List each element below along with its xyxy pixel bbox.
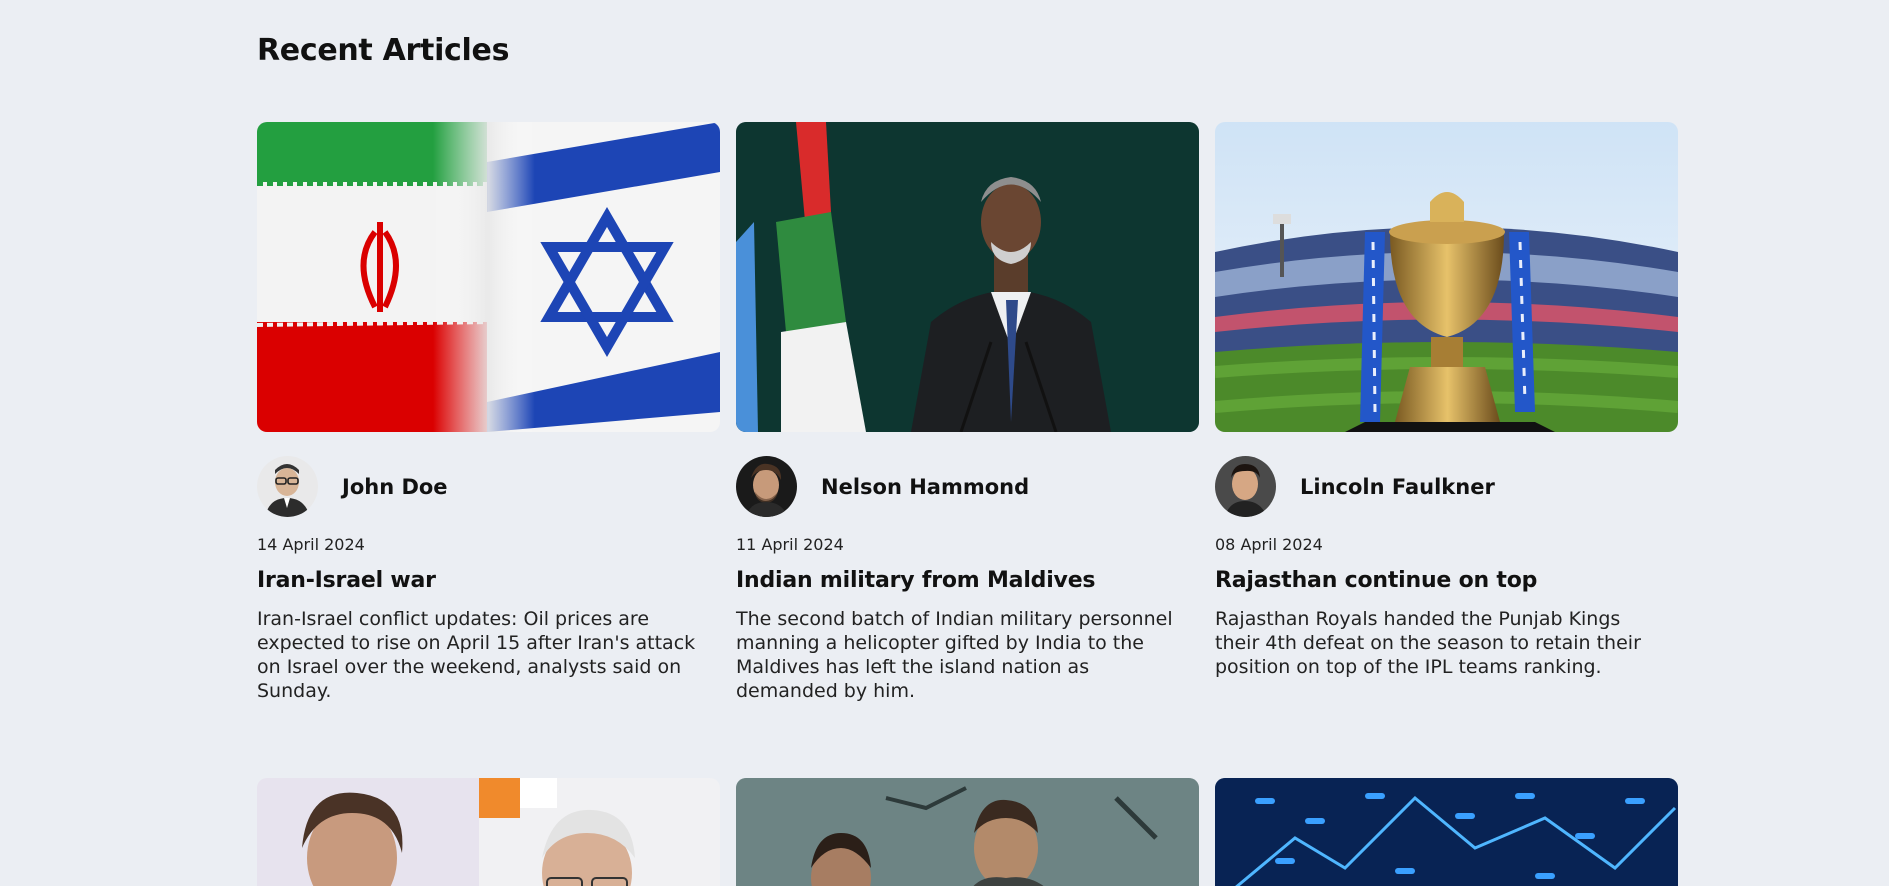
author-name[interactable]: John Doe (342, 475, 448, 499)
author-avatar[interactable] (257, 456, 318, 517)
article-date: 08 April 2024 (1215, 535, 1323, 554)
article-card[interactable]: John Doe 14 April 2024 Iran-Israel war I… (257, 122, 720, 703)
section-title: Recent Articles (257, 33, 510, 68)
article-title[interactable]: Rajasthan continue on top (1215, 568, 1678, 593)
article-image-iran-israel-flags[interactable] (257, 122, 720, 432)
article-card[interactable]: Nelson Hammond 11 April 2024 Indian mili… (736, 122, 1199, 703)
article-title[interactable]: Indian military from Maldives (736, 568, 1199, 593)
article-excerpt: The second batch of Indian military pers… (736, 608, 1173, 702)
article-date: 14 April 2024 (257, 535, 365, 554)
article-card[interactable] (736, 778, 1199, 886)
article-image-politicians[interactable] (257, 778, 720, 886)
author-avatar[interactable] (736, 456, 797, 517)
article-card[interactable] (257, 778, 720, 886)
article-title[interactable]: Iran-Israel war (257, 568, 720, 593)
author-avatar[interactable] (1215, 456, 1276, 517)
author-name[interactable]: Nelson Hammond (821, 475, 1029, 499)
article-excerpt: Rajasthan Royals handed the Punjab Kings… (1215, 608, 1641, 678)
article-image-speaker-podium[interactable] (736, 122, 1199, 432)
article-date: 11 April 2024 (736, 535, 844, 554)
author-name[interactable]: Lincoln Faulkner (1300, 475, 1495, 499)
article-card[interactable] (1215, 778, 1678, 886)
article-card[interactable]: Lincoln Faulkner 08 April 2024 Rajasthan… (1215, 122, 1678, 679)
article-image-ipl-trophy-stadium[interactable] (1215, 122, 1678, 432)
article-image-stock-chart[interactable] (1215, 778, 1678, 886)
article-excerpt: Iran-Israel conflict updates: Oil prices… (257, 608, 696, 702)
article-image-action-movie[interactable] (736, 778, 1199, 886)
